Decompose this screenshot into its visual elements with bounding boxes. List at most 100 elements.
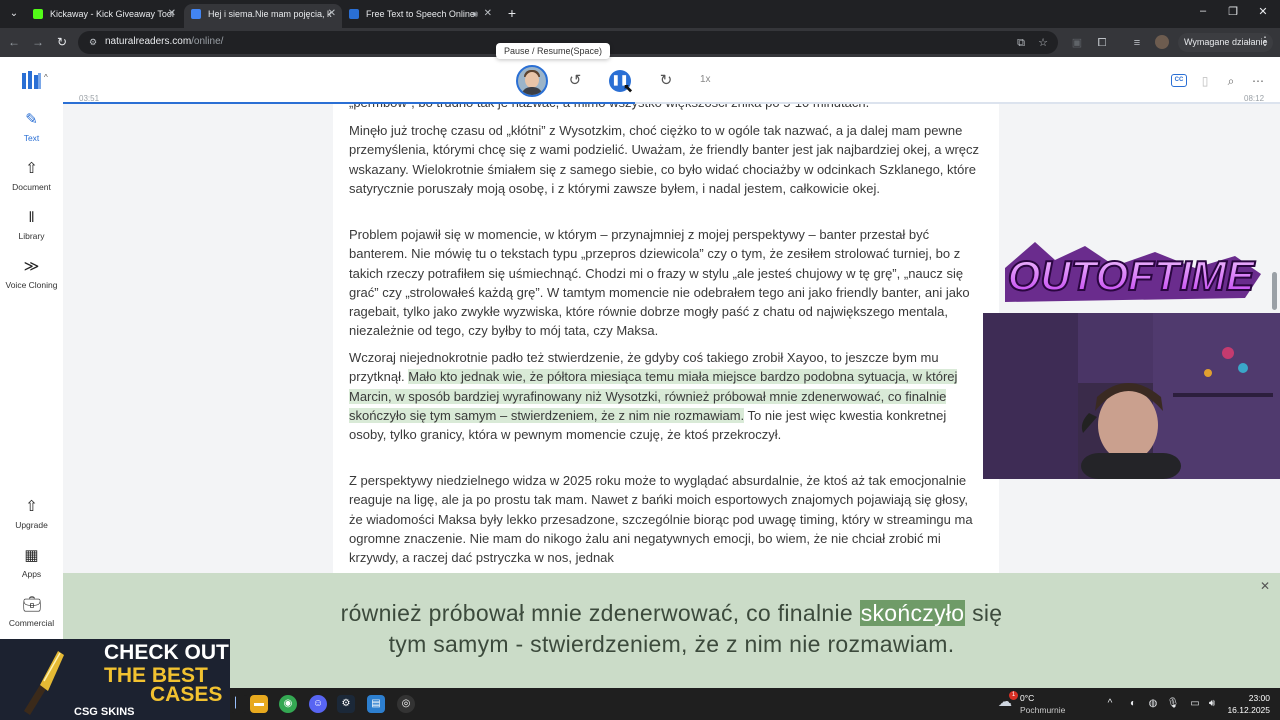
mouse-cursor-icon: ⬉ bbox=[623, 81, 634, 95]
tab-title: Free Text to Speech Online bbox=[366, 9, 475, 19]
profile-avatar[interactable] bbox=[1155, 35, 1169, 49]
extensions-puzzle-icon[interactable]: ⧠ bbox=[1094, 36, 1110, 50]
paragraph[interactable]: Problem pojawił się w momencie, w którym… bbox=[349, 225, 985, 341]
tab-naturalreaders[interactable]: Free Text to Speech Online 🔊︎ ✕ bbox=[342, 4, 498, 28]
paragraph[interactable]: Minęło już trochę czasu od „kłótni” z Wy… bbox=[349, 121, 985, 198]
chevron-up-icon[interactable]: ^ bbox=[44, 73, 48, 82]
upload-icon: ⇧ bbox=[25, 160, 38, 177]
csgskins-ad: CHECK OUT THE BEST CASES CSG SKINS bbox=[0, 639, 230, 720]
extension-disabled-icon[interactable]: ▣ bbox=[1069, 36, 1085, 50]
rewind-icon[interactable]: ↺ bbox=[565, 71, 585, 91]
taskbar-time[interactable]: 23:00 bbox=[1228, 693, 1270, 703]
browser-tab-strip: ⌄ Kickaway - Kick Giveaway Tool ✕ Hej i … bbox=[0, 0, 1280, 28]
close-window-icon[interactable]: ✕ bbox=[1248, 5, 1278, 18]
taskbar: ▏ ▬ ◉ ☺ ⚙ ▤ ◎ ☁ 1 0°C Pochmurnie ^ ◐ ◍ 🎙… bbox=[230, 688, 1280, 720]
media-controls-icon[interactable]: ≡ bbox=[1129, 36, 1145, 50]
file-explorer-icon[interactable]: ▬ bbox=[250, 695, 268, 713]
sidebar-item-text[interactable]: ✎ Text bbox=[0, 111, 63, 143]
out-of-time-logo: OUTOFTIME bbox=[1005, 242, 1261, 302]
taskbar-app-icon[interactable]: ▏ bbox=[230, 695, 248, 713]
kick-favicon-icon bbox=[33, 9, 43, 19]
forward-skip-icon[interactable]: ↻ bbox=[656, 71, 676, 91]
more-options-icon[interactable]: ⋯ bbox=[1250, 73, 1266, 89]
sidebar-item-upgrade[interactable]: ⇧ Upgrade bbox=[0, 498, 63, 530]
sidebar-item-label: Text bbox=[23, 133, 40, 143]
discord-icon[interactable]: ☺ bbox=[309, 695, 327, 713]
books-icon: 𝍪 bbox=[28, 209, 35, 226]
reload-icon[interactable]: ↻ bbox=[52, 33, 72, 51]
tab-close-icon[interactable]: ✕ bbox=[328, 4, 336, 24]
tab-close-icon[interactable]: ✕ bbox=[168, 4, 176, 24]
minimize-icon[interactable]: – bbox=[1188, 5, 1218, 17]
url-text[interactable]: naturalreaders.com/online/ bbox=[105, 36, 223, 47]
obs-icon[interactable]: ◎ bbox=[397, 695, 415, 713]
ad-brand: CSG SKINS bbox=[74, 706, 135, 718]
pause-resume-tooltip: Pause / Resume(Space) bbox=[496, 43, 611, 59]
taskbar-date[interactable]: 16.12.2025 bbox=[1218, 705, 1270, 715]
sidebar-item-library[interactable]: 𝍪 Library bbox=[0, 209, 63, 241]
close-subtitle-icon[interactable]: ✕ bbox=[1260, 579, 1270, 593]
scrollbar-thumb[interactable] bbox=[1272, 272, 1277, 310]
tray-volume-icon[interactable]: 🔊︎ bbox=[1205, 697, 1219, 711]
forward-icon[interactable]: → bbox=[28, 33, 48, 51]
weather-condition[interactable]: Pochmurnie bbox=[1020, 705, 1065, 715]
back-icon[interactable]: ← bbox=[4, 33, 24, 51]
tray-steam-icon[interactable]: ◍ bbox=[1146, 697, 1160, 711]
sidebar-item-voice-cloning[interactable]: ≫ Voice Cloning bbox=[0, 258, 63, 290]
tray-network-icon[interactable]: ▭ bbox=[1188, 697, 1202, 711]
app-window-icon[interactable]: ▤ bbox=[367, 695, 385, 713]
paragraph-current[interactable]: Wczoraj niejednokrotnie padło też stwier… bbox=[349, 348, 985, 444]
subtitle-text: również próbował mnie zdenerwować, co fi… bbox=[340, 600, 1003, 657]
tray-chevron-up-icon[interactable]: ^ bbox=[1103, 697, 1117, 711]
tray-mic-icon[interactable]: 🎙︎ bbox=[1166, 697, 1180, 711]
sidebar-item-document[interactable]: ⇧ Document bbox=[0, 160, 63, 192]
document-page: „permbów”, bo trudno tak je nazwać, a mi… bbox=[333, 104, 999, 573]
browser-toolbar: ← → ↻ ⚙ naturalreaders.com/online/ ⧉ ☆ ▣… bbox=[0, 28, 1280, 57]
weather-badge: 1 bbox=[1009, 691, 1018, 700]
sidebar-item-label: Library bbox=[18, 231, 45, 241]
captions-icon[interactable]: CC bbox=[1171, 74, 1187, 87]
sidebar-item-apps[interactable]: ▦ Apps bbox=[0, 547, 63, 579]
webcam-overlay bbox=[983, 313, 1280, 479]
new-tab-icon[interactable]: + bbox=[503, 4, 521, 22]
sidebar-item-label: Upgrade bbox=[15, 520, 48, 530]
tab-audio-icon[interactable]: 🔊︎ bbox=[472, 4, 478, 24]
paragraph[interactable]: Z perspektywy niedzielnego widza w 2025 … bbox=[349, 471, 985, 567]
speed-selector[interactable]: 1x bbox=[700, 74, 711, 85]
apps-grid-icon: ▦ bbox=[24, 547, 39, 564]
restore-icon[interactable]: ❐ bbox=[1218, 5, 1248, 18]
current-word: skończyło bbox=[859, 600, 966, 626]
clipboard-icon[interactable]: ▯ bbox=[1197, 73, 1213, 89]
paragraph-cut-line: „permbów”, bo trudno tak je nazwać, a mi… bbox=[349, 104, 985, 112]
tab-title: Kickaway - Kick Giveaway Tool bbox=[50, 9, 174, 19]
tab-close-icon[interactable]: ✕ bbox=[484, 4, 492, 24]
steam-icon[interactable]: ⚙ bbox=[337, 695, 355, 713]
tab-title: Hej i siema.Nie mam pojęcia, k bbox=[208, 9, 332, 19]
site-info-icon[interactable]: ⚙ bbox=[87, 36, 99, 48]
app-sidebar: ^ ✎ Text ⇧ Document 𝍪 Library ≫ Voice Cl… bbox=[0, 57, 63, 639]
tab-kickaway[interactable]: Kickaway - Kick Giveaway Tool ✕ bbox=[26, 4, 182, 28]
briefcase-icon: 💼︎ bbox=[22, 596, 42, 613]
knife-icon bbox=[24, 651, 64, 715]
bookmark-star-icon[interactable]: ☆ bbox=[1035, 35, 1051, 51]
sidebar-item-label: Voice Cloning bbox=[5, 280, 58, 290]
upgrade-icon: ⇧ bbox=[25, 498, 38, 515]
tab-search-icon[interactable]: ⌄ bbox=[4, 4, 24, 24]
weather-temperature[interactable]: 0°C bbox=[1020, 693, 1034, 703]
naturalreaders-logo-icon[interactable] bbox=[22, 71, 42, 89]
sidebar-item-label: Commercial bbox=[8, 618, 55, 628]
docs-favicon-icon bbox=[191, 9, 201, 19]
player-header: ↺ ❚❚ ↻ 1x ⬉ CC ▯ ⌕ ⋯ 03:51 08:12 bbox=[63, 57, 1280, 104]
install-app-icon[interactable]: ⧉ bbox=[1013, 35, 1029, 51]
ad-line: CASES bbox=[150, 683, 223, 706]
search-icon[interactable]: ⌕ bbox=[1223, 73, 1239, 89]
sidebar-item-commercial[interactable]: 💼︎ Commercial bbox=[0, 596, 63, 628]
subtitle-bar: również próbował mnie zdenerwować, co fi… bbox=[63, 573, 1280, 688]
voice-icon: ≫ bbox=[23, 258, 40, 275]
voice-avatar[interactable] bbox=[516, 65, 548, 97]
tab-document[interactable]: Hej i siema.Nie mam pojęcia, k ✕ bbox=[184, 4, 342, 28]
tray-discord-icon[interactable]: ◐ bbox=[1126, 697, 1140, 711]
sidebar-item-label: Apps bbox=[21, 569, 42, 579]
chrome-icon[interactable]: ◉ bbox=[279, 695, 297, 713]
more-menu-icon[interactable]: ⋮ bbox=[1259, 34, 1271, 48]
